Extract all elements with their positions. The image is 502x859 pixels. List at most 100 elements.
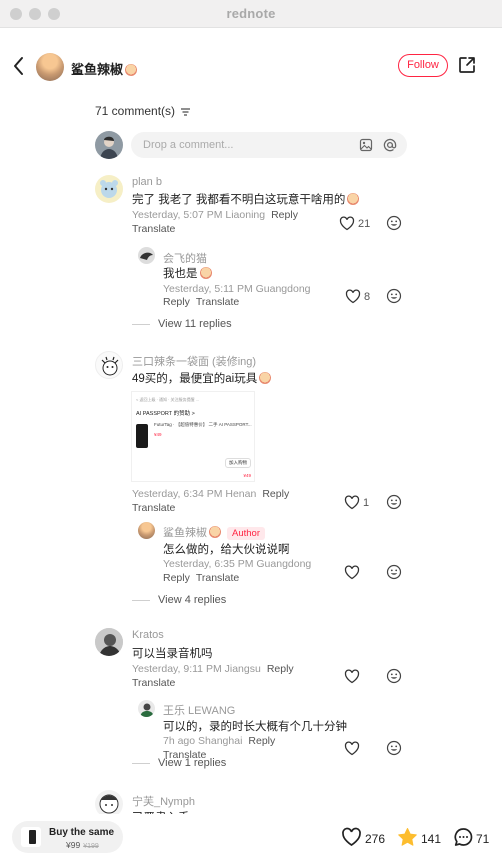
reply-meta: Yesterday, 5:11 PM Guangdong	[163, 283, 311, 295]
attachment-text: < 返回上级 · 通知 · 关注服务提醒 ...	[136, 397, 200, 402]
emoji-react-icon[interactable]	[386, 740, 402, 756]
translate-link[interactable]: Translate	[132, 677, 175, 689]
attachment-footer: ¥49	[243, 473, 251, 478]
comment-author[interactable]: Kratos	[132, 629, 164, 641]
product-thumbnail	[21, 827, 41, 847]
sort-icon[interactable]	[180, 107, 191, 117]
emoji-react-icon[interactable]	[386, 564, 402, 580]
face-emoji-icon	[209, 526, 221, 538]
face-emoji-icon	[199, 267, 212, 279]
reply-link[interactable]: Reply	[163, 296, 190, 308]
note-header: 鲨鱼辣椒 Follow	[0, 44, 502, 88]
heart-icon	[339, 216, 355, 231]
translate-link[interactable]: Translate	[132, 502, 175, 514]
heart-icon	[342, 827, 361, 846]
like-button[interactable]: 8	[345, 289, 385, 305]
like-button[interactable]: 1	[344, 495, 384, 511]
reply-author[interactable]: 会飞的猫	[163, 250, 207, 266]
emoji-react-icon[interactable]	[386, 494, 402, 510]
note-collect-count: 141	[421, 832, 442, 846]
reply-link[interactable]: Reply	[262, 488, 289, 500]
star-icon	[398, 828, 417, 846]
like-button[interactable]	[344, 565, 360, 580]
follow-button[interactable]: Follow	[398, 54, 448, 77]
comment-avatar[interactable]	[95, 351, 123, 379]
reply-text: 怎么做的，给大伙说说啊	[163, 544, 290, 556]
emoji-react-icon[interactable]	[386, 215, 402, 231]
author-badge: Author	[227, 527, 265, 540]
comment-avatar[interactable]	[95, 175, 123, 203]
face-emoji-icon	[347, 193, 360, 205]
comment-author[interactable]: 宁芙_Nymph	[132, 793, 195, 809]
comment-meta: Yesterday, 6:34 PM Henan Reply	[132, 488, 290, 500]
comment-text: 可以当录音机吗	[132, 648, 213, 660]
attachment-price: ¥49	[154, 432, 162, 437]
like-note-button[interactable]: 276	[341, 827, 391, 849]
reply-text: 可以的，录的时长大概有个几十分钟	[163, 721, 347, 733]
image-icon[interactable]	[359, 138, 373, 152]
like-button[interactable]	[344, 741, 360, 756]
like-count: 1	[363, 497, 370, 509]
comment-image-attachment[interactable]: < 返回上级 · 通知 · 关注服务提醒 ... AI PASSPORT 的赞助…	[131, 391, 255, 482]
collect-note-button[interactable]: 141	[397, 827, 443, 849]
reply-avatar[interactable]	[138, 247, 155, 264]
reply-author[interactable]: 鲨鱼辣椒 Author	[163, 524, 265, 540]
reply-link[interactable]: Reply	[267, 663, 294, 675]
note-like-count: 276	[365, 832, 386, 846]
comment-input[interactable]	[143, 137, 343, 153]
comment-author[interactable]: plan b	[132, 176, 162, 188]
author-name[interactable]: 鲨鱼辣椒	[71, 59, 138, 78]
reply-author[interactable]: 王乐 LEWANG	[163, 702, 235, 718]
window-titlebar: rednote	[0, 0, 502, 28]
reply-link[interactable]: Reply	[248, 735, 275, 747]
comment-author[interactable]: 三口辣条一袋面 (装修ing)	[132, 353, 256, 369]
comment-avatar[interactable]	[95, 628, 123, 656]
reply-meta: Yesterday, 6:35 PM Guangdong	[163, 558, 312, 570]
translate-link[interactable]: Translate	[196, 572, 239, 584]
like-button[interactable]	[344, 669, 360, 684]
buy-the-same-button[interactable]: Buy the same ¥99 ¥199	[12, 821, 123, 853]
author-avatar[interactable]	[36, 53, 64, 81]
comment-meta: Yesterday, 5:07 PM Liaoning Reply	[132, 209, 298, 221]
emoji-react-icon[interactable]	[386, 288, 402, 304]
reply-actions: Reply Translate	[163, 572, 239, 584]
reply-meta: 7h ago Shanghai Reply	[163, 735, 276, 747]
face-emoji-icon	[259, 372, 272, 384]
translate-link[interactable]: Translate	[196, 296, 239, 308]
reply-actions: Reply Translate	[163, 296, 239, 308]
view-replies-link[interactable]: View 11 replies	[132, 318, 232, 330]
like-count: 21	[358, 218, 371, 230]
view-replies-link[interactable]: View 1 replies	[132, 757, 226, 769]
back-arrow-icon[interactable]	[10, 54, 28, 78]
note-comment-count: 71	[476, 832, 490, 846]
view-replies-link[interactable]: View 4 replies	[132, 594, 226, 606]
bottom-action-bar: Buy the same ¥99 ¥199 276 141 71	[0, 814, 502, 859]
comment-note-button[interactable]: 71	[453, 827, 493, 849]
heart-icon	[344, 495, 360, 510]
mention-icon[interactable]	[383, 138, 397, 152]
product-thumbnail	[136, 424, 148, 448]
attachment-product: FuturTag · 【超值特惠价】 二手 AI PASSPORT...	[154, 422, 252, 427]
translate-link[interactable]: Translate	[132, 223, 175, 235]
product-price: ¥99 ¥199	[66, 840, 99, 850]
emoji-react-icon[interactable]	[386, 668, 402, 684]
comment-input-bar[interactable]	[131, 132, 407, 158]
buy-label: Buy the same	[49, 827, 115, 838]
reply-link[interactable]: Reply	[271, 209, 298, 221]
comment-text: 完了 我老了 我都看不明白这玩意干啥用的	[132, 191, 360, 207]
comment-count[interactable]: 71 comment(s)	[95, 104, 191, 118]
share-icon[interactable]	[457, 55, 477, 75]
attachment-button: 加入购物	[225, 458, 251, 468]
reply-text: 我也是	[163, 265, 212, 281]
attachment-heading: AI PASSPORT 的赞助 >	[136, 411, 195, 417]
heart-icon	[345, 289, 361, 304]
my-avatar	[95, 131, 123, 159]
comment-text: 49买的，最便宜的ai玩具	[132, 370, 272, 386]
like-button[interactable]: 21	[339, 216, 379, 232]
reply-link[interactable]: Reply	[163, 572, 190, 584]
comment-meta: Yesterday, 9:11 PM Jiangsu Reply	[132, 663, 294, 675]
like-count: 8	[364, 291, 371, 303]
window-title: rednote	[226, 6, 276, 21]
reply-avatar[interactable]	[138, 522, 155, 539]
reply-avatar[interactable]	[138, 700, 155, 717]
